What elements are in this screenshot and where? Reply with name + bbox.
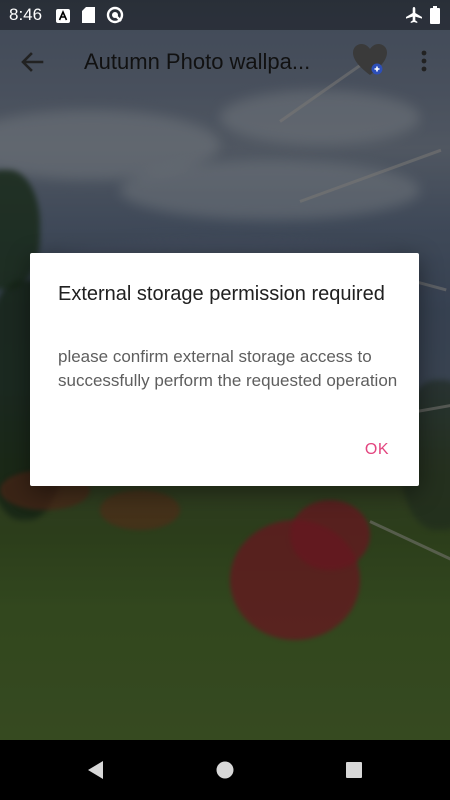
airplane-mode-icon (405, 6, 423, 29)
sync-circle-icon (106, 6, 124, 29)
permission-dialog: External storage permission required ple… (30, 253, 419, 486)
recents-square-icon[interactable] (339, 756, 369, 784)
back-triangle-icon[interactable] (81, 756, 111, 784)
status-bar: 8:46 (0, 0, 450, 30)
app-title: Autumn Photo wallpa... (84, 49, 311, 74)
system-nav-bar (0, 740, 450, 800)
battery-icon (430, 6, 440, 29)
app-toolbar: Autumn Photo wallpa... (0, 30, 450, 90)
heart-icon[interactable] (350, 40, 390, 80)
home-circle-icon[interactable] (210, 756, 240, 784)
dialog-message: please confirm external storage access t… (58, 347, 398, 390)
phone-screen: 8:46 Autumn Photo wallpa... External sto… (0, 0, 450, 800)
arrow-left-icon[interactable] (14, 44, 50, 80)
sd-card-icon (82, 7, 95, 28)
ok-button[interactable]: OK (361, 439, 393, 461)
status-time: 8:46 (9, 5, 43, 24)
android-a-icon (56, 8, 70, 28)
dialog-title: External storage permission required (58, 283, 385, 305)
more-vertical-icon[interactable] (414, 46, 434, 76)
